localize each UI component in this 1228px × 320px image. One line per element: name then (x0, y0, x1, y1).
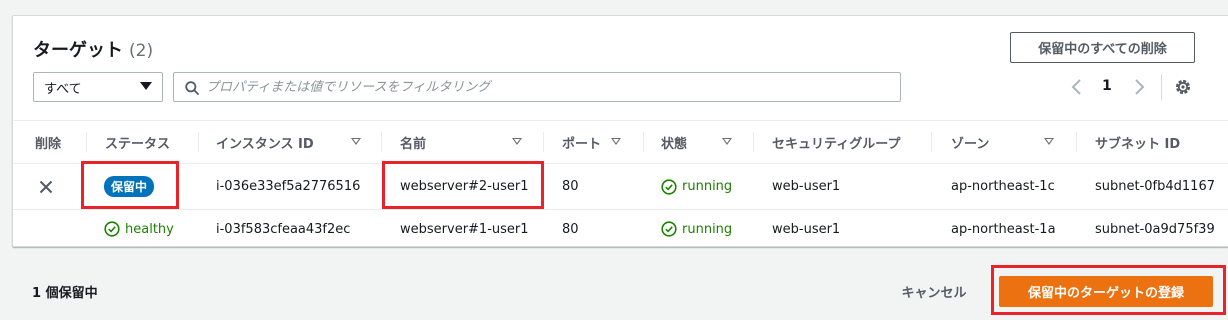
sort-caret-icon (351, 138, 361, 145)
close-icon[interactable] (39, 180, 53, 194)
instance-id-cell: i-03f583cfeaa43f2ec (216, 221, 351, 237)
remove-all-pending-button[interactable]: 保留中のすべての削除 (1010, 32, 1195, 63)
register-pending-targets-button[interactable]: 保留中のターゲットの登録 (999, 276, 1213, 307)
column-header-security-group[interactable]: セキュリティグループ (772, 121, 900, 163)
status-cell: healthy (104, 210, 174, 246)
zone-cell: ap-northeast-1c (951, 179, 1055, 194)
security-group-cell: web-user1 (772, 221, 841, 237)
instance-id-cell: i-036e33ef5a2776516 (216, 179, 361, 194)
check-circle-icon (661, 178, 677, 195)
health-status: healthy (104, 221, 174, 237)
state-running: running (661, 221, 732, 237)
table-row: healthy i-03f583cfeaa43f2ec webserver#1-… (13, 210, 1228, 246)
current-page-number[interactable]: 1 (1102, 78, 1112, 94)
state-running: running (661, 178, 732, 195)
pending-count-text: 1 個保留中 (32, 286, 98, 301)
highlight-status-annotation (81, 161, 179, 209)
security-group-cell: web-user1 (772, 179, 841, 194)
state-cell: running (661, 210, 732, 246)
search-field[interactable] (173, 72, 901, 102)
column-header-instance-id[interactable]: インスタンス ID (216, 121, 366, 163)
column-header-remove: 削除 (35, 136, 62, 152)
caret-down-icon (140, 82, 152, 90)
check-circle-icon (104, 221, 120, 237)
subnet-id-cell: subnet-0fb4d1167 (1095, 179, 1215, 194)
chevron-right-icon[interactable] (1130, 77, 1148, 97)
chevron-left-icon[interactable] (1068, 77, 1086, 97)
zone-cell: ap-northeast-1a (951, 221, 1056, 237)
remove-row-button[interactable] (39, 164, 53, 209)
sort-caret-icon (722, 138, 732, 145)
name-cell: webserver#1-user1 (400, 221, 529, 237)
column-header-state[interactable]: 状態 (661, 121, 746, 163)
port-cell: 80 (562, 179, 579, 194)
subnet-id-cell: subnet-0a9d75f39 (1095, 221, 1215, 237)
targets-panel: ターゲット (2) 保留中のすべての削除 すべて 1 削除 ステータス インスタン… (12, 15, 1228, 247)
column-header-subnet-id[interactable]: サブネット ID (1095, 121, 1180, 163)
table-row: 保留中 i-036e33ef5a2776516 webserver#2-user… (13, 164, 1228, 210)
highlight-name-annotation (382, 161, 544, 209)
table-header: 削除 ステータス インスタンス ID 名前 ポート 状態 セキュリティグループ … (13, 120, 1228, 164)
check-circle-icon (661, 221, 677, 237)
column-header-status[interactable]: ステータス (105, 121, 170, 163)
port-cell: 80 (562, 221, 579, 237)
filter-select-value: すべて (44, 81, 82, 97)
state-cell: running (661, 164, 732, 209)
column-header-zone[interactable]: ゾーン (951, 121, 1061, 163)
filter-select[interactable]: すべて (33, 72, 163, 102)
search-input[interactable] (206, 79, 900, 95)
column-header-name[interactable]: 名前 (400, 121, 525, 163)
target-count: (2) (129, 41, 154, 61)
pager-divider (1161, 74, 1162, 100)
search-icon (185, 81, 199, 95)
cancel-button[interactable]: キャンセル (886, 278, 982, 304)
sort-caret-icon (1044, 138, 1054, 145)
column-header-port[interactable]: ポート (562, 121, 642, 163)
panel-title: ターゲット (2) (33, 36, 153, 62)
panel-title-text: ターゲット (33, 40, 123, 61)
sort-caret-icon (611, 138, 621, 145)
gear-icon[interactable] (1173, 77, 1193, 97)
sort-caret-icon (512, 138, 522, 145)
